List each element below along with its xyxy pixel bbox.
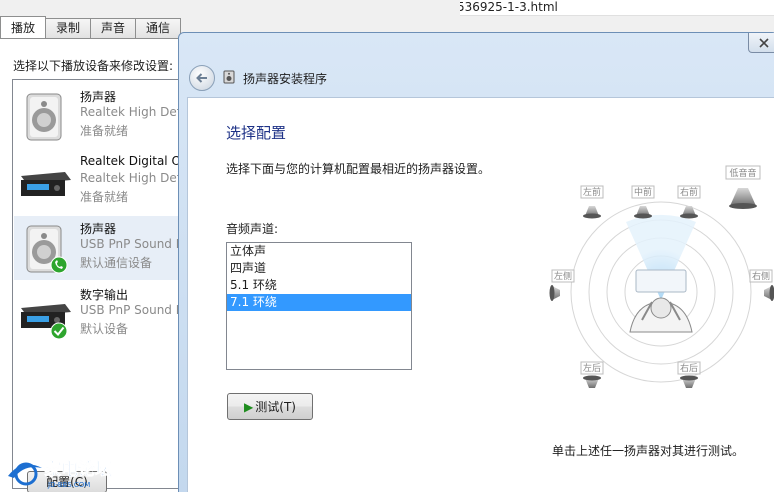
speaker-layout-diagram: 左前 中前 右前 低音音 左侧 右侧 左后 右后 — [549, 165, 774, 388]
device-description: USB PnP Sound D — [80, 303, 185, 317]
digital-output-icon — [21, 172, 71, 196]
device-name: Realtek Digital Ou — [80, 154, 189, 168]
listener-figure — [629, 297, 693, 333]
speaker-front-right[interactable]: 右前 — [677, 185, 701, 219]
svg-text:右侧: 右侧 — [752, 270, 770, 282]
sound-tabs: 播放 录制 声音 通信 — [0, 16, 182, 38]
svg-text:右后: 右后 — [680, 362, 698, 374]
device-description: Realtek High Defi — [80, 105, 185, 119]
svg-text:家电论坛: 家电论坛 — [44, 459, 112, 480]
channel-option-stereo[interactable]: 立体声 — [227, 243, 411, 260]
device-name: 扬声器 — [80, 222, 117, 236]
speaker-icon — [26, 93, 62, 141]
speaker-setup-wizard: 扬声器安装程序 选择配置 选择下面与您的计算机配置最相近的扬声器设置。 音频声道… — [178, 32, 774, 492]
svg-text:JD-BBS.COM: JD-BBS.COM — [47, 481, 90, 489]
wizard-content: 选择配置 选择下面与您的计算机配置最相近的扬声器设置。 音频声道: 立体声 四声… — [187, 97, 774, 492]
channel-option-7-1[interactable]: 7.1 环绕 — [227, 294, 411, 311]
phone-badge-icon — [50, 256, 68, 274]
svg-text:左后: 左后 — [583, 362, 601, 374]
device-name: 扬声器 — [80, 90, 117, 104]
test-button-label: 测试(T) — [255, 400, 296, 414]
tab-recording[interactable]: 录制 — [45, 18, 92, 38]
close-icon — [759, 37, 769, 48]
svg-text:左前: 左前 — [583, 186, 601, 198]
speaker-side-left[interactable]: 左侧 — [549, 269, 575, 301]
speaker-rear-left[interactable]: 左后 — [580, 361, 604, 388]
device-status: 准备就绪 — [80, 190, 129, 204]
device-item[interactable]: 扬声器 USB PnP Sound D 默认通信设备 — [14, 216, 191, 280]
svg-text:低音音: 低音音 — [729, 167, 756, 179]
device-description: USB PnP Sound D — [80, 237, 185, 251]
tab-playback[interactable]: 播放 — [0, 16, 47, 38]
speaker-subwoofer[interactable]: 低音音 — [725, 165, 761, 209]
device-name: 数字输出 — [80, 288, 129, 302]
audio-channels-list[interactable]: 立体声 四声道 5.1 环绕 7.1 环绕 — [226, 242, 412, 370]
playback-instruction: 选择以下播放设备来修改设置: — [13, 59, 174, 73]
channel-option-quad[interactable]: 四声道 — [227, 260, 411, 277]
device-list: 扬声器 Realtek High Defi 准备就绪 Realtek Digit… — [12, 79, 192, 489]
wizard-titlebar: 扬声器安装程序 — [179, 33, 774, 97]
check-badge-icon — [50, 322, 68, 340]
test-hint: 单击上述任一扬声器对其进行测试。 — [552, 444, 745, 458]
speaker-side-right[interactable]: 右侧 — [749, 269, 774, 301]
device-item[interactable]: 数字输出 USB PnP Sound D 默认设备 — [14, 282, 191, 346]
device-status: 默认通信设备 — [80, 256, 153, 270]
channels-label: 音频声道: — [226, 222, 279, 236]
svg-text:中前: 中前 — [634, 186, 652, 198]
device-status: 默认设备 — [80, 322, 129, 336]
site-watermark: 家电论坛 JD-BBS.COM — [8, 459, 112, 489]
play-icon: ▶ — [244, 399, 254, 414]
test-button[interactable]: ▶ 测试(T) — [227, 393, 313, 420]
tab-sounds[interactable]: 声音 — [90, 18, 137, 38]
device-item[interactable]: Realtek Digital Ou Realtek High Defi 准备就… — [14, 150, 191, 214]
svg-text:右前: 右前 — [680, 186, 698, 198]
speaker-small-icon — [223, 70, 235, 84]
speaker-front-left[interactable]: 左前 — [580, 185, 604, 219]
page-heading: 选择配置 — [226, 124, 287, 142]
device-status: 准备就绪 — [80, 124, 129, 138]
back-button[interactable] — [189, 65, 215, 91]
back-arrow-icon — [196, 73, 207, 83]
device-description: Realtek High Defi — [80, 171, 185, 185]
page-description: 选择下面与您的计算机配置最相近的扬声器设置。 — [226, 162, 491, 176]
svg-text:左侧: 左侧 — [554, 270, 572, 282]
tab-communications[interactable]: 通信 — [135, 18, 182, 38]
close-button[interactable] — [748, 33, 774, 53]
browser-title-strip: 536925-1-3.html — [455, 0, 774, 16]
device-item[interactable]: 扬声器 Realtek High Defi 准备就绪 — [14, 84, 191, 148]
channel-option-5-1[interactable]: 5.1 环绕 — [227, 277, 411, 294]
wizard-title: 扬声器安装程序 — [243, 72, 328, 86]
